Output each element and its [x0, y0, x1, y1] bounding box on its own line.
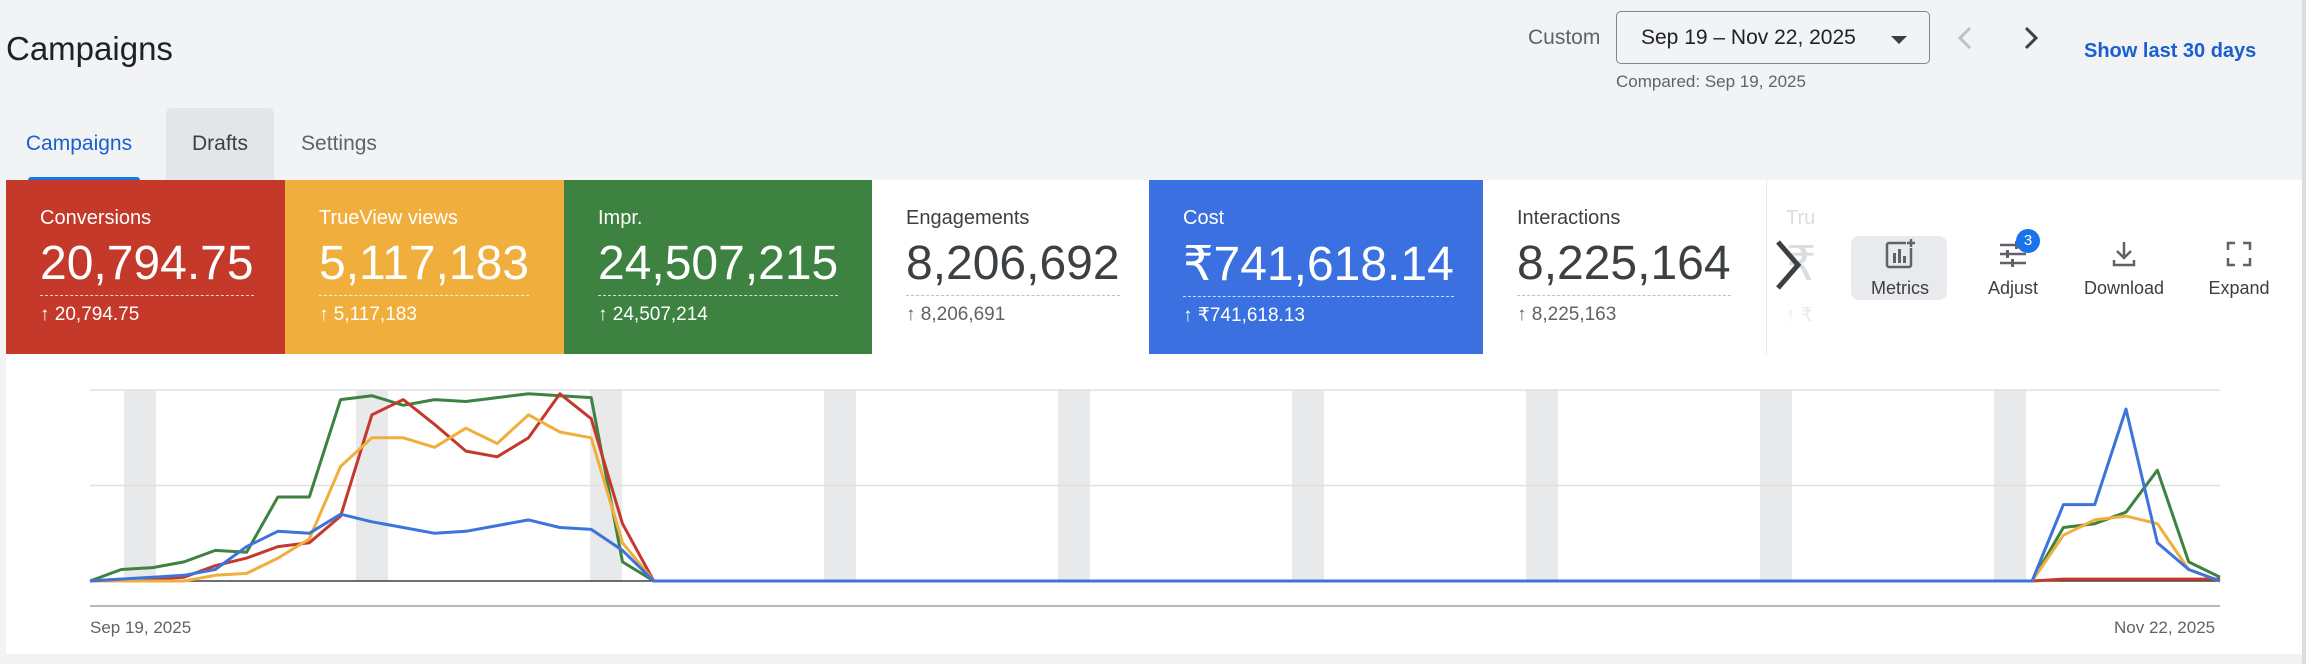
scorecard-delta: ↑ 8,206,691 [906, 304, 1006, 325]
scorecard-value: 8,225,164 [1517, 236, 1731, 296]
scorecard-name: Interactions [1517, 207, 1621, 229]
bar-chart-icon [1885, 238, 1916, 269]
scorecard-trueview-views[interactable]: TrueView views 5,117,183 ↑ 5,117,183 [285, 180, 564, 354]
scorecard-engagements[interactable]: Engagements 8,206,692 ↑ 8,206,691 [872, 180, 1155, 354]
series-line-3 [89, 407, 2221, 583]
tab-drafts[interactable]: Drafts [166, 108, 274, 180]
scorecard-value: 20,794.75 [40, 236, 254, 296]
scorecard-cost[interactable]: Cost ₹741,618.14 ↑ ₹741,618.13 [1149, 180, 1483, 354]
scorecard-delta: ↑ ₹ [1786, 305, 1813, 326]
scorecard-value: 24,507,215 [598, 236, 839, 296]
tab-campaigns[interactable]: Campaigns [18, 108, 140, 180]
scorecard-name: Engagements [906, 207, 1030, 229]
performance-chart [6, 354, 2302, 654]
series-line-2 [90, 413, 2221, 583]
x-axis-end-label: Nov 22, 2025 [2114, 618, 2216, 637]
download-label: Download [2083, 278, 2165, 298]
expand-label: Expand [2208, 278, 2270, 298]
scorecard-row: Conversions 20,794.75 ↑ 20,794.75 TrueVi… [6, 180, 2302, 354]
scorecard-delta: ↑ 5,117,183 [319, 304, 417, 325]
scorecard-interactions[interactable]: Interactions 8,225,164 ↑ 8,225,163 [1483, 180, 1767, 354]
line-chart [89, 389, 2221, 607]
scorecard-name: Conversions [40, 207, 152, 229]
date-range-label: Custom [1528, 26, 1601, 49]
next-period-button[interactable] [2010, 18, 2050, 58]
adjust-button[interactable]: Adjust [1964, 180, 2062, 298]
metrics-tool: Metrics [1851, 180, 1949, 298]
adjust-count-badge: 3 [2016, 229, 2040, 253]
scorecard-name: Impr. [598, 207, 643, 229]
date-range-value: Sep 19 – Nov 22, 2025 [1641, 26, 1856, 49]
download-icon [2112, 242, 2136, 267]
series-line-1 [89, 392, 2220, 583]
scorecard-name: Cost [1183, 207, 1225, 229]
chevron-left-icon [1957, 26, 1972, 50]
dropdown-arrow-icon [1891, 36, 1907, 44]
scorecard-name: TrueView views [319, 207, 458, 229]
tab-settings[interactable]: Settings [286, 108, 392, 180]
scorecard-impressions[interactable]: Impr. 24,507,215 ↑ 24,507,214 [564, 180, 872, 354]
previous-period-button[interactable] [1946, 18, 1986, 58]
scorecard-delta: ↑ 24,507,214 [598, 304, 708, 325]
fullscreen-icon [2226, 241, 2252, 267]
scorecard-value: 5,117,183 [319, 236, 529, 296]
metrics-label: Metrics [1871, 278, 1929, 298]
compared-date: Compared: Sep 19, 2025 [1616, 72, 1806, 91]
download-button[interactable]: Download [2074, 180, 2174, 298]
date-range-select[interactable]: Sep 19 – Nov 22, 2025 [1616, 11, 1930, 64]
scorecard-delta: ↑ 8,225,163 [1517, 304, 1617, 325]
expand-button[interactable]: Expand [2190, 180, 2288, 298]
scorecard-delta: ↑ ₹741,618.13 [1183, 305, 1305, 326]
x-axis-start-label: Sep 19, 2025 [90, 618, 192, 637]
scorecard-conversions[interactable]: Conversions 20,794.75 ↑ 20,794.75 [6, 180, 285, 354]
scorecard-next-button[interactable] [1768, 230, 1808, 300]
scorecard-name: Tru [1786, 207, 1816, 229]
scorecard-value: ₹741,618.14 [1183, 236, 1454, 297]
adjust-label: Adjust [1987, 278, 2039, 298]
chevron-right-icon [1776, 240, 1802, 290]
series-line-0 [89, 392, 2221, 583]
scrollbar[interactable] [2302, 0, 2306, 664]
scorecard-delta: ↑ 20,794.75 [40, 304, 140, 325]
show-last-30-days-link[interactable]: Show last 30 days [2084, 40, 2256, 63]
chevron-right-icon [2024, 26, 2039, 50]
page-title: Campaigns [6, 30, 173, 67]
scorecard-value: 8,206,692 [906, 236, 1120, 296]
